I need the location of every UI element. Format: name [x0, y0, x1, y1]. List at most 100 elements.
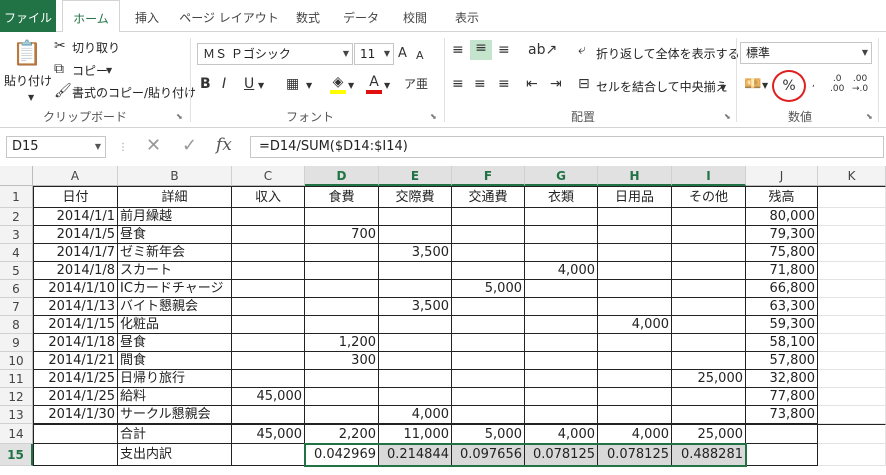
- align-top-icon[interactable]: ≡: [452, 42, 464, 58]
- cell-f3[interactable]: [452, 226, 525, 244]
- column-header-d[interactable]: D: [305, 166, 379, 186]
- cell-f12[interactable]: [452, 388, 525, 406]
- tab-formulas[interactable]: 数式: [288, 0, 328, 32]
- cancel-icon[interactable]: ✕: [146, 137, 161, 155]
- number-format-select[interactable]: 標準 ▼: [740, 42, 872, 64]
- comma-icon[interactable]: ,: [812, 76, 815, 92]
- cell-k2[interactable]: [818, 208, 886, 226]
- name-box[interactable]: D15 ▼: [6, 136, 106, 158]
- cell-j4[interactable]: 75,800: [746, 244, 818, 262]
- column-header-j[interactable]: J: [746, 166, 818, 186]
- launcher-icon[interactable]: ⬊: [866, 112, 873, 121]
- cell-j14[interactable]: [746, 424, 818, 444]
- column-header-g[interactable]: G: [525, 166, 598, 186]
- cell-i8[interactable]: [672, 316, 746, 334]
- cell-a12[interactable]: 2014/1/25: [33, 388, 118, 406]
- cell-g10[interactable]: [525, 352, 598, 370]
- shrink-font-icon[interactable]: A: [416, 48, 424, 64]
- cell-e13[interactable]: 4,000: [379, 406, 452, 424]
- cell-g13[interactable]: [525, 406, 598, 424]
- cell-d15[interactable]: 0.042969: [305, 444, 379, 466]
- merge-center-button[interactable]: セルを結合して中央揃え: [596, 78, 728, 95]
- cell-h11[interactable]: [598, 370, 672, 388]
- column-header-i[interactable]: I: [672, 166, 746, 186]
- cell-c9[interactable]: [232, 334, 305, 352]
- cell-j12[interactable]: 77,800: [746, 388, 818, 406]
- cell-e8[interactable]: [379, 316, 452, 334]
- cell-e12[interactable]: [379, 388, 452, 406]
- decrease-decimal-icon[interactable]: .00 →.0: [852, 74, 868, 94]
- cell-i10[interactable]: [672, 352, 746, 370]
- tab-home[interactable]: ホーム: [62, 0, 120, 33]
- cell-i7[interactable]: [672, 298, 746, 316]
- cell-e14[interactable]: 11,000: [379, 424, 452, 444]
- cell-c4[interactable]: [232, 244, 305, 262]
- cell-d6[interactable]: [305, 280, 379, 298]
- tab-page-layout[interactable]: ページ レイアウト: [176, 0, 282, 32]
- cell-f13[interactable]: [452, 406, 525, 424]
- cell-f15[interactable]: 0.097656: [452, 444, 525, 466]
- align-bottom-icon[interactable]: ≡: [498, 42, 510, 58]
- cell-j6[interactable]: 66,800: [746, 280, 818, 298]
- cell-f8[interactable]: [452, 316, 525, 334]
- cell-h6[interactable]: [598, 280, 672, 298]
- paste-button[interactable]: 貼り付け: [4, 72, 52, 89]
- insert-function-button[interactable]: fx: [216, 137, 232, 154]
- cell-a14[interactable]: [33, 424, 118, 444]
- cell-f6[interactable]: 5,000: [452, 280, 525, 298]
- row-header-8[interactable]: 8: [0, 316, 33, 334]
- cell-k9[interactable]: [818, 334, 886, 352]
- cell-e3[interactable]: [379, 226, 452, 244]
- cell-f4[interactable]: [452, 244, 525, 262]
- column-header-a[interactable]: A: [33, 166, 118, 186]
- cell-k14[interactable]: [818, 424, 886, 444]
- cell-h13[interactable]: [598, 406, 672, 424]
- cell-f9[interactable]: [452, 334, 525, 352]
- cell-a11[interactable]: 2014/1/25: [33, 370, 118, 388]
- chevron-down-icon[interactable]: ▼: [306, 78, 312, 94]
- row-header-2[interactable]: 2: [0, 208, 33, 226]
- fill-color-icon[interactable]: ◈: [330, 74, 346, 94]
- cell-f7[interactable]: [452, 298, 525, 316]
- chevron-down-icon[interactable]: ▼: [348, 78, 354, 94]
- cell-c15[interactable]: [232, 444, 305, 466]
- underline-button[interactable]: U: [244, 76, 254, 92]
- cell-j3[interactable]: 79,300: [746, 226, 818, 244]
- cell-j8[interactable]: 59,300: [746, 316, 818, 334]
- cell-a7[interactable]: 2014/1/13: [33, 298, 118, 316]
- cell-c14[interactable]: 45,000: [232, 424, 305, 444]
- cell-c3[interactable]: [232, 226, 305, 244]
- cell-h1[interactable]: 日用品: [598, 186, 672, 208]
- cell-h9[interactable]: [598, 334, 672, 352]
- enter-icon[interactable]: ✓: [182, 137, 197, 155]
- cell-k6[interactable]: [818, 280, 886, 298]
- cell-e4[interactable]: 3,500: [379, 244, 452, 262]
- cell-i11[interactable]: 25,000: [672, 370, 746, 388]
- border-icon[interactable]: ▦: [286, 76, 299, 92]
- cell-j11[interactable]: 32,800: [746, 370, 818, 388]
- cell-b10[interactable]: 間食: [118, 352, 232, 370]
- cell-c11[interactable]: [232, 370, 305, 388]
- cell-c8[interactable]: [232, 316, 305, 334]
- phonetic-icon[interactable]: ア亜: [404, 76, 428, 92]
- cell-d2[interactable]: [305, 208, 379, 226]
- cell-k4[interactable]: [818, 244, 886, 262]
- cell-c6[interactable]: [232, 280, 305, 298]
- launcher-icon[interactable]: ⬊: [430, 112, 437, 121]
- tab-review[interactable]: 校閲: [394, 0, 436, 32]
- row-header-13[interactable]: 13: [0, 406, 33, 424]
- cell-k13[interactable]: [818, 406, 886, 424]
- chevron-down-icon[interactable]: ▼: [106, 63, 112, 79]
- cell-k8[interactable]: [818, 316, 886, 334]
- row-header-12[interactable]: 12: [0, 388, 33, 406]
- cell-e11[interactable]: [379, 370, 452, 388]
- cell-c10[interactable]: [232, 352, 305, 370]
- cell-b7[interactable]: バイト懇親会: [118, 298, 232, 316]
- cell-j5[interactable]: 71,800: [746, 262, 818, 280]
- column-header-c[interactable]: C: [232, 166, 305, 186]
- cell-i3[interactable]: [672, 226, 746, 244]
- cell-b9[interactable]: 昼食: [118, 334, 232, 352]
- currency-icon[interactable]: 💴: [744, 76, 761, 92]
- tab-view[interactable]: 表示: [446, 0, 488, 32]
- cell-j1[interactable]: 残高: [746, 186, 818, 208]
